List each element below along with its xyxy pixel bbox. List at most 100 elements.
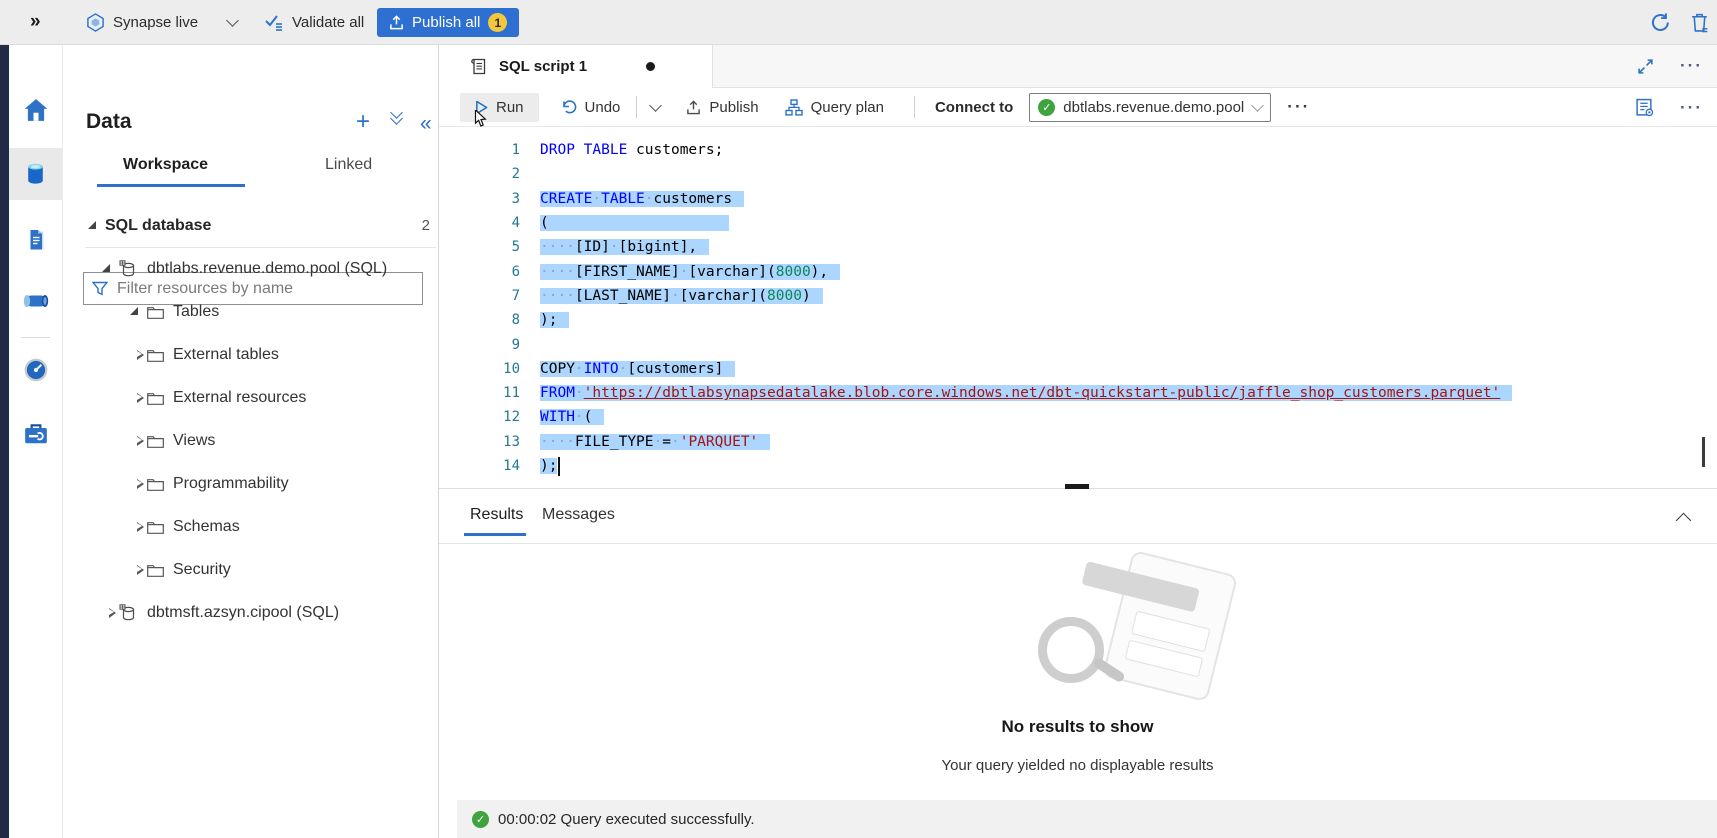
code-line[interactable]: 4( (438, 211, 1717, 235)
tab-linked[interactable]: Linked (325, 156, 372, 174)
tab-workspace[interactable]: Workspace (123, 156, 208, 174)
success-check-icon: ✓ (472, 811, 489, 828)
mouse-cursor (474, 110, 489, 128)
query-plan-icon (785, 99, 803, 116)
nav-manage-button[interactable] (9, 408, 62, 460)
tree-node[interactable]: dbtmsft.azsyn.cipool (SQL) (62, 591, 438, 634)
results-panel: Results Messages No results to show Your… (438, 488, 1717, 800)
code-line[interactable]: 9 (438, 332, 1717, 356)
results-splitter-handle[interactable] (1065, 484, 1089, 489)
tree-node-label: SQL database (105, 217, 211, 235)
run-button[interactable]: Run (460, 93, 539, 122)
collapsed-arrow-icon[interactable] (102, 608, 110, 618)
publish-button[interactable]: Publish (686, 99, 758, 116)
validate-all-button[interactable]: Validate all (264, 0, 364, 44)
left-nav-rail (9, 44, 63, 838)
code-line[interactable]: 6····[FIRST_NAME]·[varchar](8000), (438, 259, 1717, 283)
connect-to-dropdown[interactable]: ✓ dbtlabs.revenue.demo.pool (1029, 93, 1271, 122)
folder-icon (147, 477, 164, 491)
toolbar-separator (914, 96, 915, 118)
undo-dropdown-chevron-icon[interactable] (650, 99, 663, 112)
undo-button[interactable]: Undo (561, 99, 621, 116)
text-cursor (558, 457, 560, 476)
chevron-down-icon (226, 14, 239, 27)
empty-results-title: No results to show (438, 717, 1717, 737)
run-label: Run (496, 99, 524, 116)
tree-node-label: Views (173, 432, 215, 450)
collapsed-arrow-icon[interactable] (130, 522, 138, 532)
resource-tree: SQL database 2 dbtlabs.revenue.demo.pool… (62, 204, 438, 634)
expand-editor-icon[interactable] (1637, 58, 1654, 75)
folder-icon (147, 434, 164, 448)
code-line[interactable]: 10COPY·INTO·[customers] (438, 357, 1717, 381)
code-line[interactable]: 5····[ID]·[bigint], (438, 235, 1717, 259)
expand-nav-icon[interactable]: » (30, 0, 41, 44)
tab-results[interactable]: Results (470, 506, 523, 524)
nav-data-button[interactable] (9, 148, 62, 200)
code-line[interactable]: 3CREATE·TABLE·customers (438, 187, 1717, 211)
tree-node[interactable]: Programmability (62, 462, 438, 505)
query-plan-button[interactable]: Query plan (785, 99, 884, 116)
collapsed-arrow-icon[interactable] (130, 436, 138, 446)
code-line[interactable]: 11FROM·'https://dbtlabsynapsedatalake.bl… (438, 381, 1717, 405)
no-results-illustration (1030, 561, 1240, 711)
collapsed-arrow-icon[interactable] (130, 565, 138, 575)
scrollbar-thumb[interactable] (1702, 437, 1705, 467)
code-line[interactable]: 1DROP TABLE customers; (438, 138, 1717, 162)
add-resource-button[interactable]: + (356, 112, 370, 132)
tree-node[interactable]: dbtlabs.revenue.demo.pool (SQL) (62, 247, 438, 290)
tab-sql-script-1[interactable]: SQL script 1 (439, 44, 713, 88)
tree-node-label: Tables (173, 303, 219, 321)
tree-node-sql-database[interactable]: SQL database 2 (62, 204, 438, 247)
collapsed-arrow-icon[interactable] (130, 479, 138, 489)
mode-selector[interactable]: Synapse live (86, 0, 237, 44)
collapsed-arrow-icon[interactable] (130, 393, 138, 403)
tab-messages[interactable]: Messages (542, 506, 615, 524)
nav-develop-button[interactable] (9, 214, 62, 266)
folder-icon (147, 563, 164, 577)
code-line[interactable]: 14); (438, 454, 1717, 478)
tree-node-label: External resources (173, 389, 306, 407)
tree-node[interactable]: External resources (62, 376, 438, 419)
properties-icon[interactable] (1635, 98, 1654, 117)
code-line[interactable]: 12WITH·( (438, 405, 1717, 429)
tree-node[interactable]: Views (62, 419, 438, 462)
code-line[interactable]: 2 (438, 162, 1717, 186)
collapse-panel-icon[interactable]: « (420, 112, 432, 136)
toolbar-more-options-icon[interactable]: ··· (1287, 97, 1310, 117)
publish-all-button[interactable]: Publish all 1 (377, 8, 519, 37)
data-panel-title: Data (86, 110, 132, 134)
code-line[interactable]: 13····FILE_TYPE·=·'PARQUET' (438, 430, 1717, 454)
tree-node[interactable]: Tables (62, 290, 438, 333)
nav-monitor-button[interactable] (9, 344, 62, 396)
expanded-arrow-icon[interactable] (102, 264, 110, 272)
code-line[interactable]: 7····[LAST_NAME]·[varchar](8000) (438, 284, 1717, 308)
tree-node-label: dbtmsft.azsyn.cipool (SQL) (147, 604, 339, 622)
code-line[interactable]: 8); (438, 308, 1717, 332)
publish-icon (686, 100, 701, 115)
collapse-results-icon[interactable] (1678, 511, 1689, 531)
refresh-icon[interactable] (1650, 0, 1671, 44)
tree-node-label: External tables (173, 346, 279, 364)
connected-pool-name: dbtlabs.revenue.demo.pool (1063, 99, 1245, 116)
mode-label: Synapse live (113, 14, 198, 31)
collapsed-arrow-icon[interactable] (130, 350, 138, 360)
sql-code-editor[interactable]: 1DROP TABLE customers;23CREATE·TABLE·cus… (438, 127, 1717, 488)
tree-node[interactable]: Schemas (62, 505, 438, 548)
discard-all-icon[interactable] (1690, 0, 1709, 44)
folder-icon (147, 305, 164, 319)
nav-home-button[interactable] (9, 84, 62, 136)
expanded-arrow-icon[interactable] (88, 221, 96, 229)
nav-integrate-button[interactable] (9, 275, 62, 327)
actions-collapse-icon[interactable] (392, 112, 401, 123)
tree-node[interactable]: External tables (62, 333, 438, 376)
pool-online-check-icon: ✓ (1038, 99, 1055, 116)
undo-icon (561, 99, 577, 115)
line-number: 4 (438, 215, 520, 231)
folder-icon (147, 434, 164, 448)
expanded-arrow-icon[interactable] (130, 307, 138, 315)
tab-more-options-icon[interactable]: ··· (1680, 56, 1703, 76)
toolbar-right-more-options-icon[interactable]: ··· (1680, 98, 1703, 118)
active-tab-underline (97, 184, 245, 187)
tree-node[interactable]: Security (62, 548, 438, 591)
